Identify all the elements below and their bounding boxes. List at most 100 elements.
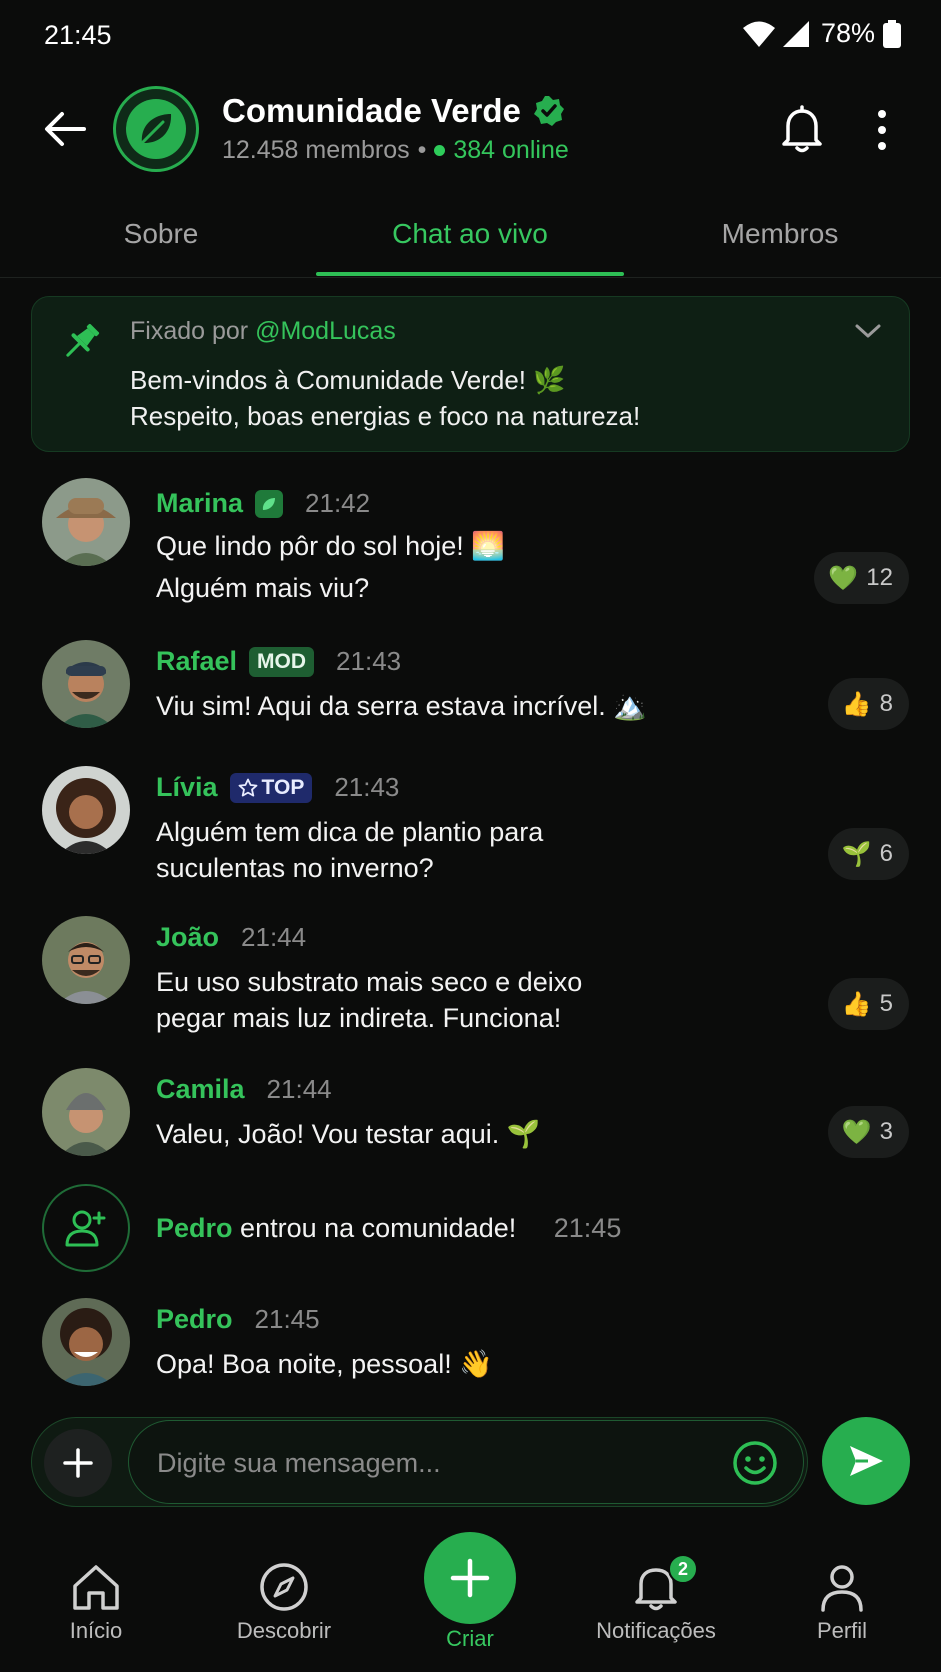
- reaction-count: 12: [866, 564, 893, 591]
- join-user-name[interactable]: Pedro: [156, 1213, 233, 1243]
- separator: •: [417, 136, 427, 164]
- reaction-count: 8: [879, 690, 893, 717]
- avatar[interactable]: [42, 766, 130, 854]
- reaction-chip[interactable]: 👍 5: [827, 978, 909, 1030]
- nav-label: Criar: [446, 1626, 494, 1651]
- message-time: 21:43: [336, 646, 402, 676]
- message-composer: [31, 1417, 808, 1507]
- author-name[interactable]: Lívia: [156, 772, 218, 803]
- active-tab-indicator: [316, 272, 624, 276]
- create-button[interactable]: [424, 1532, 516, 1624]
- message-text: Opa! Boa noite, pessoal! 👋: [156, 1346, 493, 1382]
- message-author: Camila 21:44: [156, 1074, 332, 1105]
- join-message: entrou na comunidade!: [240, 1213, 517, 1243]
- reaction-thumbs-up-icon: 👍: [841, 990, 872, 1018]
- tab-chat-ao-vivo[interactable]: Chat ao vivo: [340, 218, 600, 250]
- home-icon: [73, 1565, 119, 1610]
- nav-label: Notificações: [596, 1618, 716, 1643]
- tab-sobre[interactable]: Sobre: [81, 218, 241, 250]
- message-text: Eu uso substrato mais seco e deixo pegar…: [156, 964, 582, 1036]
- tab-membros[interactable]: Membros: [690, 218, 870, 250]
- author-name[interactable]: Pedro: [156, 1304, 233, 1335]
- chat-message: Rafael MOD 21:43 Viu sim! Aqui da serra …: [0, 640, 941, 740]
- top-badge-label: TOP: [261, 775, 305, 799]
- reaction-chip[interactable]: 👍 8: [827, 678, 909, 730]
- message-line-1: Opa! Boa noite, pessoal! 👋: [156, 1349, 493, 1379]
- pinned-line-1: Bem-vindos à Comunidade Verde! 🌿: [130, 365, 566, 395]
- chat-message: João 21:44 Eu uso substrato mais seco e …: [0, 916, 941, 1046]
- pinned-prefix: Fixado por: [130, 317, 249, 345]
- author-name[interactable]: João: [156, 922, 219, 953]
- mod-badge: MOD: [249, 646, 315, 677]
- reaction-count: 5: [879, 990, 893, 1017]
- pinned-author[interactable]: @ModLucas: [255, 317, 396, 345]
- avatar[interactable]: [42, 478, 130, 566]
- pinned-by: Fixado por @ModLucas: [130, 317, 396, 346]
- reaction-chip[interactable]: 💚 3: [827, 1106, 909, 1158]
- tab-bar: Sobre Chat ao vivo Membros: [0, 196, 941, 278]
- community-avatar[interactable]: [113, 86, 199, 172]
- online-count: 384 online: [453, 136, 569, 164]
- back-arrow-icon[interactable]: [40, 104, 90, 154]
- message-text: Viu sim! Aqui da serra estava incrível. …: [156, 688, 647, 724]
- bottom-navigation: Início Descobrir Criar 2 Notificações Pe…: [0, 1520, 941, 1672]
- join-text: Pedro entrou na comunidade! 21:45: [156, 1210, 621, 1246]
- pinned-message[interactable]: Fixado por @ModLucas Bem-vindos à Comuni…: [31, 296, 910, 452]
- chat-message: Lívia TOP 21:43 Alguém tem dica de plant…: [0, 766, 941, 896]
- send-button[interactable]: [822, 1417, 910, 1505]
- verified-badge-icon: [533, 96, 564, 126]
- community-header: Comunidade Verde 12.458 membros • 384 on…: [0, 80, 941, 180]
- status-bar: 21:45 78%: [0, 0, 941, 72]
- reaction-heart-icon: 💚: [841, 1118, 872, 1146]
- avatar[interactable]: [42, 640, 130, 728]
- message-author: Marina 21:42: [156, 488, 370, 519]
- message-line-1: Alguém tem dica de plantio para: [156, 817, 544, 847]
- message-line-1: Viu sim! Aqui da serra estava incrível. …: [156, 691, 647, 721]
- nav-descobrir[interactable]: Descobrir: [204, 1560, 364, 1644]
- user-add-icon: [65, 1210, 106, 1247]
- bell-icon[interactable]: [780, 104, 824, 154]
- verified-leaf-icon: [255, 489, 284, 518]
- message-input[interactable]: [157, 1421, 697, 1505]
- avatar[interactable]: [42, 1298, 130, 1386]
- message-text: Alguém tem dica de plantio para suculent…: [156, 814, 543, 886]
- avatar[interactable]: [42, 916, 130, 1004]
- chevron-down-icon[interactable]: [853, 319, 883, 343]
- message-line-2: suculentas no inverno?: [156, 853, 434, 883]
- star-icon: [238, 778, 257, 796]
- message-line-2: Alguém mais viu?: [156, 573, 370, 603]
- author-name[interactable]: Camila: [156, 1074, 245, 1105]
- nav-perfil[interactable]: Perfil: [762, 1560, 922, 1644]
- attach-button[interactable]: [44, 1429, 112, 1497]
- author-name[interactable]: Marina: [156, 488, 243, 519]
- emoji-icon[interactable]: [731, 1439, 779, 1487]
- more-options-icon[interactable]: [872, 108, 892, 152]
- wifi-icon: [742, 21, 775, 47]
- reaction-chip[interactable]: 🌱 6: [827, 828, 909, 880]
- message-time: 21:44: [266, 1074, 332, 1104]
- chat-message: Camila 21:44 Valeu, João! Vou testar aqu…: [0, 1068, 941, 1168]
- nav-inicio[interactable]: Início: [16, 1560, 176, 1644]
- author-name[interactable]: Rafael: [156, 646, 237, 677]
- leaf-icon: [126, 99, 186, 159]
- nav-label: Perfil: [816, 1618, 868, 1643]
- community-stats: 12.458 membros • 384 online: [222, 136, 569, 165]
- reaction-heart-icon: 💚: [828, 564, 859, 592]
- community-name: Comunidade Verde: [222, 92, 521, 129]
- reaction-chip[interactable]: 💚 12: [814, 552, 909, 604]
- battery-icon: [883, 19, 901, 48]
- reaction-count: 3: [879, 1118, 893, 1145]
- message-author: Rafael MOD 21:43: [156, 646, 401, 677]
- nav-criar[interactable]: Criar: [390, 1532, 550, 1652]
- message-text: Que lindo pôr do sol hoje! 🌅 Alguém mais…: [156, 528, 505, 606]
- status-icons: 78%: [742, 18, 901, 49]
- nav-notificacoes[interactable]: 2 Notificações: [576, 1554, 736, 1644]
- message-line-2: pegar mais luz indireta. Funciona!: [156, 1003, 562, 1033]
- notification-count-badge: 2: [668, 1554, 698, 1584]
- plus-icon: [450, 1558, 490, 1598]
- message-time: 21:42: [305, 488, 371, 518]
- nav-label: Descobrir: [236, 1618, 332, 1643]
- signal-icon: [782, 20, 809, 47]
- message-time: 21:45: [254, 1304, 320, 1334]
- avatar[interactable]: [42, 1068, 130, 1156]
